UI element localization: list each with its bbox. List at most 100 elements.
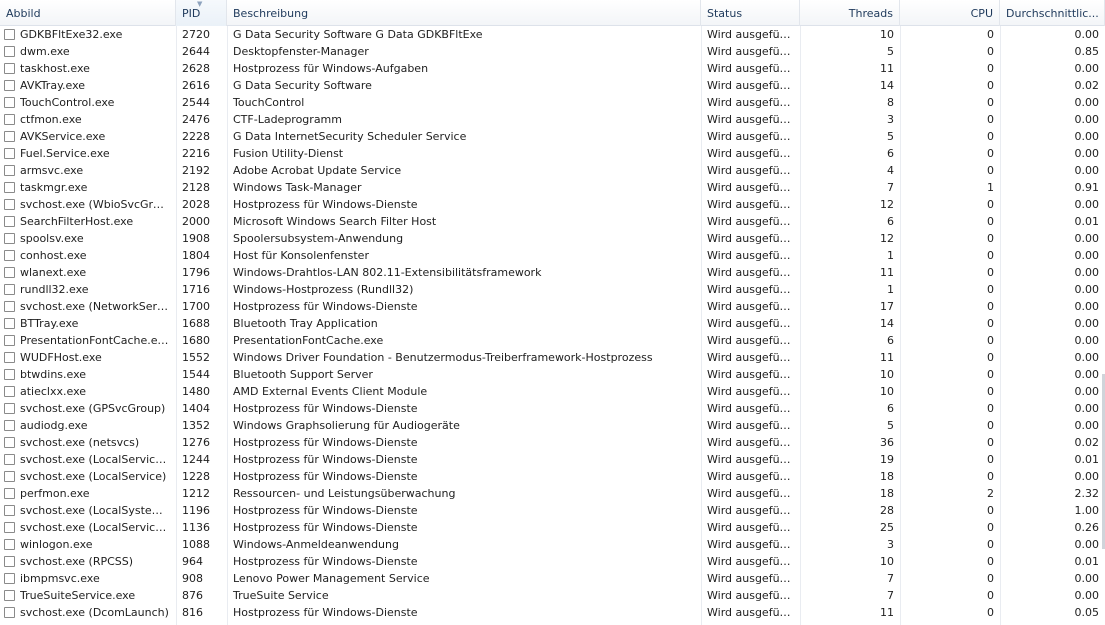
row-checkbox[interactable] (4, 97, 15, 108)
table-row[interactable]: TrueSuiteService.exe 876 TrueSuite Servi… (0, 587, 1105, 604)
table-row[interactable]: PresentationFontCache.exe 1680 Presentat… (0, 332, 1105, 349)
row-checkbox[interactable] (4, 284, 15, 295)
column-header-average-cpu[interactable]: Durchschnittlic... (1000, 0, 1105, 26)
row-checkbox[interactable] (4, 182, 15, 193)
table-row[interactable]: GDKBFltExe32.exe 2720 G Data Security So… (0, 26, 1105, 43)
table-row[interactable]: atieclxx.exe 1480 AMD External Events Cl… (0, 383, 1105, 400)
row-checkbox[interactable] (4, 63, 15, 74)
status-cell: Wird ausgeführt (707, 589, 796, 602)
table-row[interactable]: conhost.exe 1804 Host für Konsolenfenste… (0, 247, 1105, 264)
table-row[interactable]: svchost.exe (RPCSS) 964 Hostprozess für … (0, 553, 1105, 570)
pid-cell: 2476 (182, 113, 210, 126)
column-header-description[interactable]: Beschreibung (227, 0, 701, 26)
process-name-cell: ctfmon.exe (0, 111, 176, 128)
row-checkbox[interactable] (4, 437, 15, 448)
table-row[interactable]: taskmgr.exe 2128 Windows Task-Manager Wi… (0, 179, 1105, 196)
column-header-cpu[interactable]: CPU (900, 0, 1000, 26)
table-row[interactable]: svchost.exe (GPSvcGroup) 1404 Hostprozes… (0, 400, 1105, 417)
row-checkbox[interactable] (4, 471, 15, 482)
table-row[interactable]: TouchControl.exe 2544 TouchControl Wird … (0, 94, 1105, 111)
table-row[interactable]: spoolsv.exe 1908 Spoolersubsystem-Anwend… (0, 230, 1105, 247)
table-row[interactable]: svchost.exe (LocalServiceNet... 1136 Hos… (0, 519, 1105, 536)
table-row[interactable]: btwdins.exe 1544 Bluetooth Support Serve… (0, 366, 1105, 383)
table-row[interactable]: ibmpmsvc.exe 908 Lenovo Power Management… (0, 570, 1105, 587)
process-name-cell: svchost.exe (LocalServiceNo... (0, 451, 176, 468)
status-cell: Wird ausgeführt (707, 215, 796, 228)
column-header-name[interactable]: Abbild (0, 0, 176, 26)
table-row[interactable]: AVKService.exe 2228 G Data InternetSecur… (0, 128, 1105, 145)
table-row[interactable]: svchost.exe (LocalServiceNo... 1244 Host… (0, 451, 1105, 468)
row-checkbox[interactable] (4, 352, 15, 363)
description-cell: Windows Driver Foundation - Benutzermodu… (233, 351, 653, 364)
process-name-cell: svchost.exe (RPCSS) (0, 553, 176, 570)
row-checkbox[interactable] (4, 607, 15, 618)
row-checkbox[interactable] (4, 216, 15, 227)
description-cell: Hostprozess für Windows-Dienste (233, 521, 418, 534)
row-checkbox[interactable] (4, 420, 15, 431)
row-checkbox[interactable] (4, 505, 15, 516)
table-row[interactable]: Fuel.Service.exe 2216 Fusion Utility-Die… (0, 145, 1105, 162)
row-checkbox[interactable] (4, 590, 15, 601)
pid-cell: 1404 (182, 402, 210, 415)
row-checkbox[interactable] (4, 131, 15, 142)
row-checkbox[interactable] (4, 114, 15, 125)
table-row[interactable]: svchost.exe (LocalService) 1228 Hostproz… (0, 468, 1105, 485)
row-checkbox[interactable] (4, 233, 15, 244)
cpu-cell: 0 (987, 147, 994, 160)
description-cell: Hostprozess für Windows-Dienste (233, 436, 418, 449)
table-row[interactable]: BTTray.exe 1688 Bluetooth Tray Applicati… (0, 315, 1105, 332)
table-row[interactable]: armsvc.exe 2192 Adobe Acrobat Update Ser… (0, 162, 1105, 179)
column-header-pid[interactable]: ▼ PID (176, 0, 227, 26)
column-header-status[interactable]: Status (701, 0, 800, 26)
table-row[interactable]: WUDFHost.exe 1552 Windows Driver Foundat… (0, 349, 1105, 366)
table-row[interactable]: SearchFilterHost.exe 2000 Microsoft Wind… (0, 213, 1105, 230)
column-header-threads[interactable]: Threads (800, 0, 900, 26)
row-checkbox[interactable] (4, 403, 15, 414)
row-checkbox[interactable] (4, 165, 15, 176)
table-row[interactable]: svchost.exe (NetworkService) 1700 Hostpr… (0, 298, 1105, 315)
threads-cell: 8 (887, 96, 894, 109)
row-checkbox[interactable] (4, 522, 15, 533)
row-checkbox[interactable] (4, 250, 15, 261)
row-checkbox[interactable] (4, 488, 15, 499)
row-checkbox[interactable] (4, 301, 15, 312)
row-checkbox[interactable] (4, 80, 15, 91)
table-row[interactable]: ctfmon.exe 2476 CTF-Ladeprogramm Wird au… (0, 111, 1105, 128)
row-checkbox[interactable] (4, 46, 15, 57)
table-row[interactable]: taskhost.exe 2628 Hostprozess für Window… (0, 60, 1105, 77)
row-checkbox[interactable] (4, 386, 15, 397)
average-cpu-cell: 0.00 (1074, 147, 1100, 160)
row-checkbox[interactable] (4, 318, 15, 329)
table-row[interactable]: perfmon.exe 1212 Ressourcen- und Leistun… (0, 485, 1105, 502)
table-row[interactable]: winlogon.exe 1088 Windows-Anmeldeanwendu… (0, 536, 1105, 553)
table-row[interactable]: audiodg.exe 1352 Windows Graphsolierung … (0, 417, 1105, 434)
cpu-cell: 0 (987, 453, 994, 466)
row-checkbox[interactable] (4, 556, 15, 567)
table-row[interactable]: svchost.exe (LocalSystemNet... 1196 Host… (0, 502, 1105, 519)
row-checkbox[interactable] (4, 454, 15, 465)
table-row[interactable]: AVKTray.exe 2616 G Data Security Softwar… (0, 77, 1105, 94)
process-name-cell: svchost.exe (NetworkService) (0, 298, 176, 315)
row-checkbox[interactable] (4, 29, 15, 40)
threads-cell: 11 (880, 62, 894, 75)
row-checkbox[interactable] (4, 573, 15, 584)
row-checkbox[interactable] (4, 369, 15, 380)
process-name: svchost.exe (NetworkService) (20, 300, 170, 313)
table-row[interactable]: svchost.exe (WbioSvcGroup) 2028 Hostproz… (0, 196, 1105, 213)
column-header-description-label: Beschreibung (233, 6, 309, 20)
table-row[interactable]: rundll32.exe 1716 Windows-Hostprozess (R… (0, 281, 1105, 298)
table-row[interactable]: wlanext.exe 1796 Windows-Drahtlos-LAN 80… (0, 264, 1105, 281)
table-row[interactable]: svchost.exe (DcomLaunch) 816 Hostprozess… (0, 604, 1105, 621)
pid-cell: 1552 (182, 351, 210, 364)
row-checkbox[interactable] (4, 267, 15, 278)
row-checkbox[interactable] (4, 539, 15, 550)
pid-cell: 2228 (182, 130, 210, 143)
table-row[interactable]: dwm.exe 2644 Desktopfenster-Manager Wird… (0, 43, 1105, 60)
row-checkbox[interactable] (4, 335, 15, 346)
process-name-cell: wlanext.exe (0, 264, 176, 281)
row-checkbox[interactable] (4, 148, 15, 159)
description-cell: Hostprozess für Windows-Dienste (233, 198, 418, 211)
row-checkbox[interactable] (4, 199, 15, 210)
table-row[interactable]: svchost.exe (netsvcs) 1276 Hostprozess f… (0, 434, 1105, 451)
status-cell: Wird ausgeführt (707, 181, 796, 194)
